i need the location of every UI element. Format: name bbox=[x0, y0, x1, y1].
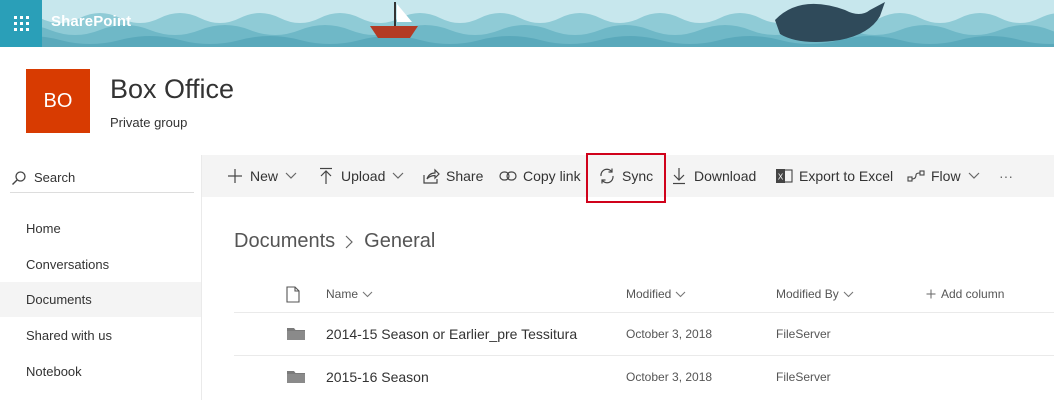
flow-icon bbox=[907, 167, 925, 185]
upload-button[interactable]: Upload bbox=[317, 155, 404, 197]
column-modified-by-label: Modified By bbox=[776, 287, 839, 301]
column-modified-label: Modified bbox=[626, 287, 672, 301]
app-launcher-button[interactable] bbox=[0, 0, 42, 47]
table-row[interactable]: 2015-16 Season October 3, 2018 FileServe… bbox=[234, 355, 1054, 397]
sharepoint-brand-link[interactable]: SharePoint bbox=[51, 13, 131, 30]
row-modified-by: FileServer bbox=[776, 370, 831, 384]
row-name-link[interactable]: 2014-15 Season or Earlier_pre Tessitura bbox=[326, 326, 577, 342]
site-title[interactable]: Box Office bbox=[110, 74, 234, 105]
column-header-modified[interactable]: Modified bbox=[626, 287, 686, 301]
chevron-down-icon bbox=[362, 291, 373, 298]
search-icon bbox=[10, 169, 28, 187]
plus-icon bbox=[226, 167, 244, 185]
flow-button[interactable]: Flow bbox=[907, 155, 980, 197]
download-icon bbox=[670, 167, 688, 185]
nav-item-notebook[interactable]: Notebook bbox=[0, 354, 201, 389]
suite-banner: SharePoint bbox=[0, 0, 1054, 47]
row-name-link[interactable]: 2015-16 Season bbox=[326, 369, 429, 385]
new-label: New bbox=[250, 168, 279, 184]
column-header-name[interactable]: Name bbox=[326, 287, 373, 301]
banner-wave-illustration bbox=[0, 0, 1054, 47]
more-options-button[interactable]: ··· bbox=[999, 155, 1013, 197]
add-column-button[interactable]: Add column bbox=[926, 287, 1004, 301]
excel-icon: X bbox=[775, 167, 793, 185]
sync-highlight-box bbox=[586, 153, 666, 203]
svg-text:X: X bbox=[778, 173, 784, 182]
share-button[interactable]: Share bbox=[422, 155, 483, 197]
copy-link-button[interactable]: Copy link bbox=[499, 155, 581, 197]
row-modified-by: FileServer bbox=[776, 327, 831, 341]
flow-label: Flow bbox=[931, 168, 961, 184]
chevron-down-icon bbox=[968, 172, 980, 180]
link-icon bbox=[499, 167, 517, 185]
copy-link-label: Copy link bbox=[523, 168, 581, 184]
breadcrumb-documents[interactable]: Documents bbox=[234, 230, 335, 253]
file-type-icon[interactable] bbox=[286, 286, 300, 308]
add-column-label: Add column bbox=[941, 287, 1005, 301]
share-icon bbox=[422, 167, 440, 185]
column-name-label: Name bbox=[326, 287, 359, 301]
folder-icon bbox=[287, 370, 305, 388]
column-header-modified-by[interactable]: Modified By bbox=[776, 287, 854, 301]
search-placeholder: Search bbox=[34, 170, 76, 185]
export-to-excel-label: Export to Excel bbox=[799, 168, 894, 184]
table-row[interactable]: 2014-15 Season or Earlier_pre Tessitura … bbox=[234, 312, 1054, 354]
nav-item-home[interactable]: Home bbox=[0, 211, 201, 246]
nav-item-conversations[interactable]: Conversations bbox=[0, 247, 201, 282]
upload-label: Upload bbox=[341, 168, 386, 184]
chevron-down-icon bbox=[392, 172, 404, 180]
new-button[interactable]: New bbox=[226, 155, 297, 197]
row-modified: October 3, 2018 bbox=[626, 370, 713, 384]
chevron-down-icon bbox=[675, 291, 686, 298]
waffle-icon bbox=[13, 16, 29, 31]
site-privacy-label: Private group bbox=[110, 115, 188, 130]
search-box[interactable]: Search bbox=[10, 163, 194, 193]
left-navigation: Search Home Conversations Documents Shar… bbox=[0, 155, 202, 400]
download-label: Download bbox=[694, 168, 757, 184]
chevron-down-icon bbox=[843, 291, 854, 298]
upload-icon bbox=[317, 167, 335, 185]
site-logo[interactable]: BO bbox=[26, 69, 90, 133]
download-button[interactable]: Download bbox=[670, 155, 756, 197]
nav-item-shared-with-us[interactable]: Shared with us bbox=[0, 318, 201, 353]
chevron-down-icon bbox=[285, 172, 297, 180]
folder-icon bbox=[287, 327, 305, 345]
nav-item-documents[interactable]: Documents bbox=[0, 282, 201, 317]
plus-icon bbox=[926, 289, 936, 299]
breadcrumb: Documents General bbox=[234, 230, 435, 253]
breadcrumb-general: General bbox=[364, 230, 436, 252]
row-modified: October 3, 2018 bbox=[626, 327, 713, 341]
share-label: Share bbox=[446, 168, 484, 184]
export-to-excel-button[interactable]: X Export to Excel bbox=[775, 155, 893, 197]
chevron-right-icon bbox=[345, 235, 354, 249]
